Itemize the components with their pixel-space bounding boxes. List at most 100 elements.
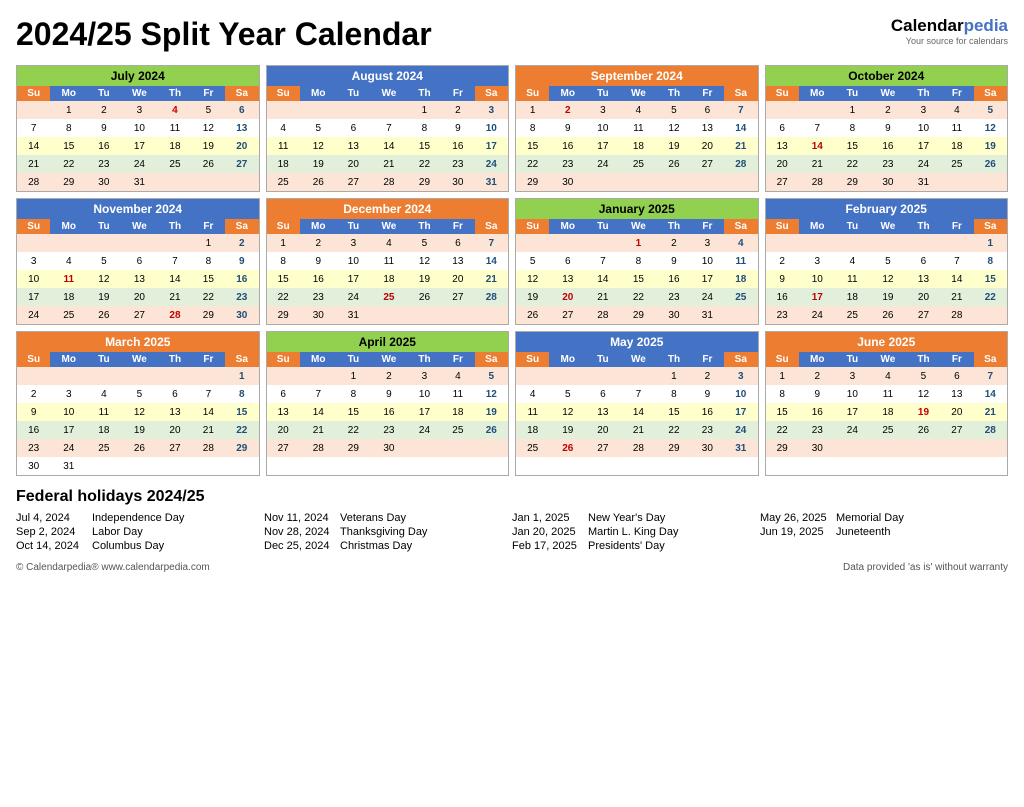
day-cell: 15 bbox=[225, 403, 258, 421]
day-cell: 23 bbox=[87, 155, 120, 173]
holidays-title: Federal holidays 2024/25 bbox=[16, 488, 1008, 506]
day-cell: 20 bbox=[337, 155, 370, 173]
day-cell bbox=[940, 173, 973, 191]
col-header-we: We bbox=[869, 219, 907, 234]
day-cell: 28 bbox=[17, 173, 50, 191]
day-cell: 7 bbox=[724, 101, 757, 119]
day-cell: 26 bbox=[192, 155, 225, 173]
day-cell: 3 bbox=[907, 101, 940, 119]
day-cell: 6 bbox=[907, 252, 940, 270]
col-header-th: Th bbox=[408, 352, 441, 367]
day-cell: 5 bbox=[408, 234, 441, 252]
col-header-th: Th bbox=[408, 86, 441, 101]
day-cell: 27 bbox=[441, 288, 474, 306]
col-header-fr: Fr bbox=[691, 219, 724, 234]
day-cell: 14 bbox=[158, 270, 191, 288]
day-cell: 1 bbox=[408, 101, 441, 119]
day-cell: 30 bbox=[549, 173, 586, 191]
day-cell: 7 bbox=[370, 119, 408, 137]
day-cell bbox=[337, 101, 370, 119]
day-cell: 19 bbox=[974, 137, 1007, 155]
col-header-su: Su bbox=[766, 86, 799, 101]
day-cell: 12 bbox=[408, 252, 441, 270]
day-cell: 10 bbox=[907, 119, 940, 137]
day-cell: 6 bbox=[586, 385, 619, 403]
col-header-tu: Tu bbox=[337, 352, 370, 367]
day-cell bbox=[50, 234, 87, 252]
calendar-september-2024: September 2024SuMoTuWeThFrSa123456789101… bbox=[515, 65, 759, 192]
col-header-sa: Sa bbox=[225, 352, 258, 367]
day-cell: 17 bbox=[799, 288, 836, 306]
col-header-su: Su bbox=[516, 219, 549, 234]
day-cell bbox=[158, 367, 191, 385]
holiday-column-3: May 26, 2025Memorial DayJun 19, 2025June… bbox=[760, 512, 1008, 554]
col-header-fr: Fr bbox=[691, 86, 724, 101]
day-cell: 26 bbox=[121, 439, 159, 457]
day-cell: 6 bbox=[225, 101, 258, 119]
day-cell bbox=[370, 306, 408, 324]
day-cell: 10 bbox=[408, 385, 441, 403]
day-cell: 31 bbox=[907, 173, 940, 191]
col-header-mo: Mo bbox=[799, 352, 836, 367]
calendar-header: September 2024 bbox=[516, 66, 758, 86]
day-cell: 12 bbox=[300, 137, 337, 155]
day-cell bbox=[121, 367, 159, 385]
day-cell: 18 bbox=[869, 403, 907, 421]
day-cell: 26 bbox=[657, 155, 690, 173]
day-cell: 9 bbox=[17, 403, 50, 421]
day-cell bbox=[17, 234, 50, 252]
col-header-tu: Tu bbox=[836, 219, 869, 234]
day-cell: 2 bbox=[869, 101, 907, 119]
day-cell: 9 bbox=[766, 270, 799, 288]
day-cell: 16 bbox=[300, 270, 337, 288]
day-cell: 26 bbox=[907, 421, 940, 439]
footer-right: Data provided 'as is' without warranty bbox=[843, 562, 1008, 573]
calendar-february-2025: February 2025SuMoTuWeThFrSa1234567891011… bbox=[765, 198, 1009, 325]
col-header-we: We bbox=[620, 86, 658, 101]
day-cell bbox=[87, 367, 120, 385]
day-cell: 8 bbox=[408, 119, 441, 137]
day-cell: 3 bbox=[337, 234, 370, 252]
day-cell: 14 bbox=[724, 119, 757, 137]
day-cell bbox=[620, 173, 658, 191]
day-cell: 8 bbox=[516, 119, 549, 137]
day-cell: 10 bbox=[799, 270, 836, 288]
day-cell: 21 bbox=[724, 137, 757, 155]
day-cell: 30 bbox=[370, 439, 408, 457]
day-cell: 12 bbox=[516, 270, 549, 288]
calendar-header: May 2025 bbox=[516, 332, 758, 352]
day-cell: 24 bbox=[121, 155, 159, 173]
col-header-mo: Mo bbox=[799, 219, 836, 234]
holiday-date: May 26, 2025 bbox=[760, 512, 830, 524]
day-cell: 18 bbox=[267, 155, 300, 173]
day-cell: 14 bbox=[940, 270, 973, 288]
day-cell: 9 bbox=[549, 119, 586, 137]
day-cell: 29 bbox=[766, 439, 799, 457]
col-header-sa: Sa bbox=[724, 352, 757, 367]
day-cell: 24 bbox=[475, 155, 508, 173]
day-cell: 20 bbox=[225, 137, 258, 155]
day-cell: 10 bbox=[724, 385, 757, 403]
day-cell: 17 bbox=[475, 137, 508, 155]
col-header-fr: Fr bbox=[940, 352, 973, 367]
day-cell: 4 bbox=[50, 252, 87, 270]
day-cell: 24 bbox=[408, 421, 441, 439]
day-cell: 3 bbox=[121, 101, 159, 119]
day-cell: 23 bbox=[799, 421, 836, 439]
day-cell bbox=[158, 457, 191, 475]
col-header-we: We bbox=[121, 219, 159, 234]
day-cell bbox=[516, 367, 549, 385]
col-header-tu: Tu bbox=[87, 352, 120, 367]
day-cell: 8 bbox=[657, 385, 690, 403]
day-cell: 4 bbox=[620, 101, 658, 119]
day-cell: 2 bbox=[441, 101, 474, 119]
day-cell bbox=[799, 101, 836, 119]
calendar-header: June 2025 bbox=[766, 332, 1008, 352]
day-cell: 5 bbox=[300, 119, 337, 137]
day-cell: 16 bbox=[87, 137, 120, 155]
day-cell: 1 bbox=[620, 234, 658, 252]
col-header-fr: Fr bbox=[192, 219, 225, 234]
day-cell: 27 bbox=[907, 306, 940, 324]
day-cell: 22 bbox=[192, 288, 225, 306]
day-cell: 26 bbox=[516, 306, 549, 324]
